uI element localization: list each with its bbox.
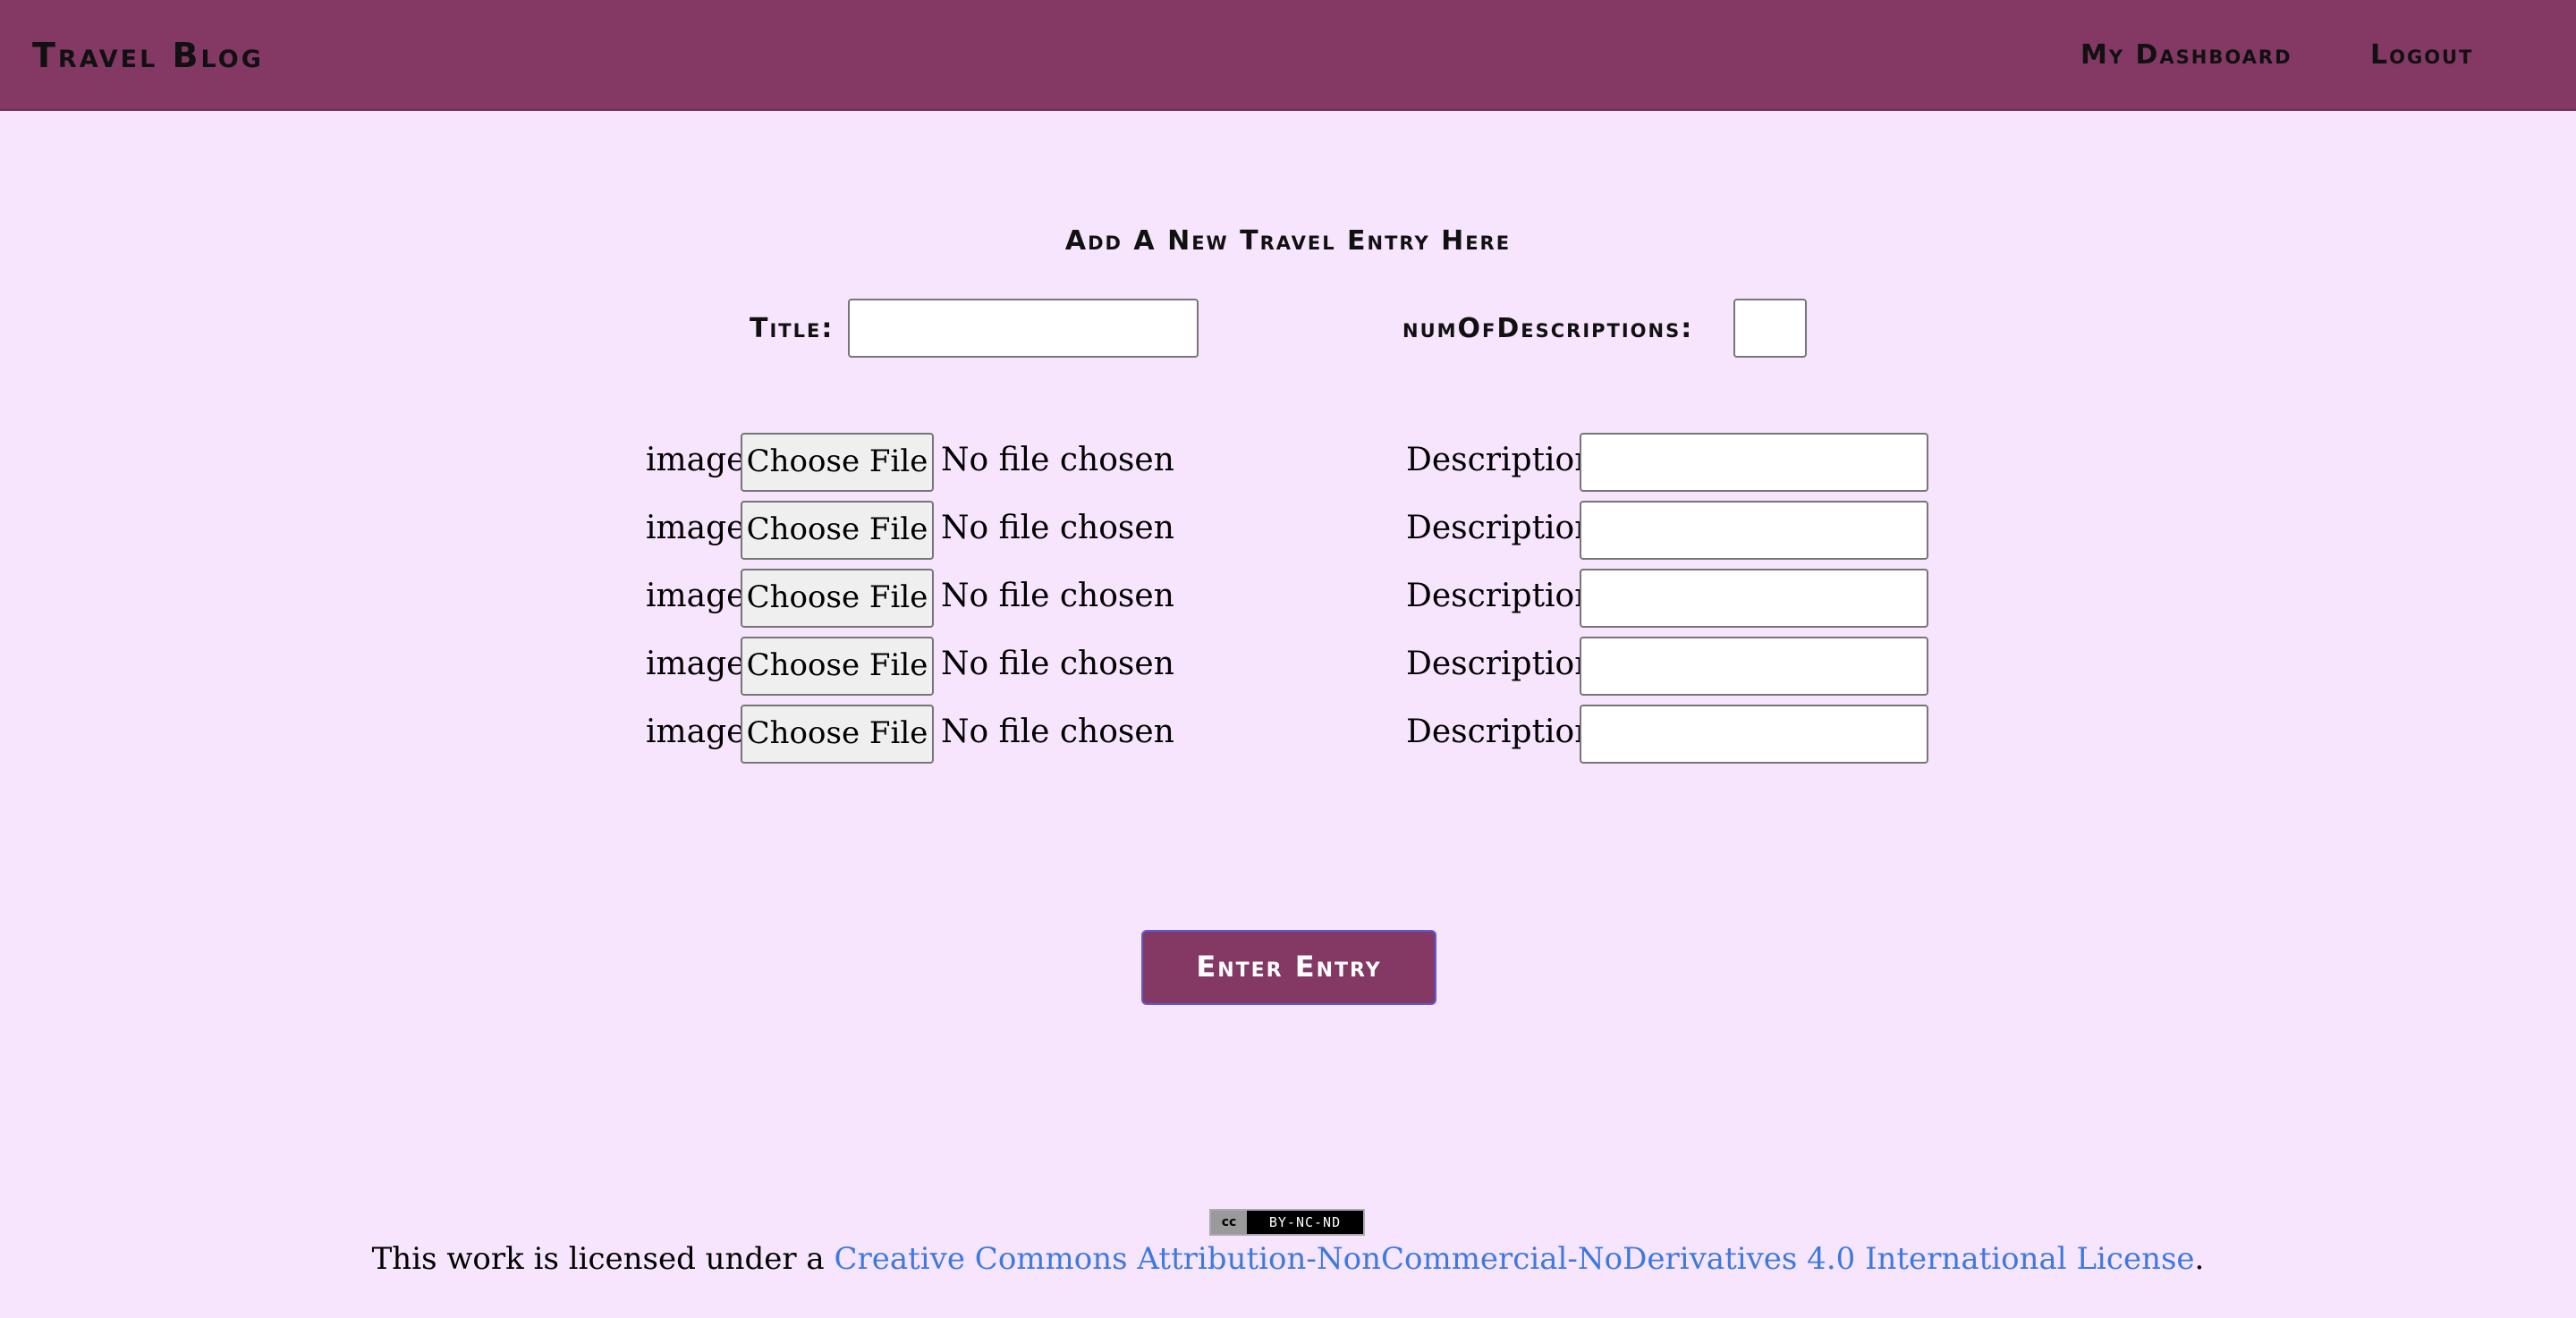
- choose-file-button[interactable]: Choose File: [741, 705, 934, 764]
- top-navbar: Travel Blog My Dashboard Logout: [0, 0, 2576, 111]
- description-label: Description:: [1406, 510, 1606, 546]
- form-heading: Add A New Travel Entry Here: [1064, 225, 1512, 257]
- file-status-text: No file chosen: [941, 510, 1174, 546]
- file-status-text: No file chosen: [941, 442, 1174, 478]
- file-status-text: No file chosen: [941, 714, 1174, 750]
- description-input[interactable]: [1580, 705, 1928, 764]
- description-label: Description:: [1406, 442, 1606, 478]
- cc-icon: cc: [1211, 1211, 1247, 1234]
- choose-file-button[interactable]: Choose File: [741, 637, 934, 696]
- choose-file-button[interactable]: Choose File: [741, 433, 934, 492]
- nav-my-dashboard[interactable]: My Dashboard: [2080, 39, 2292, 71]
- description-input[interactable]: [1580, 501, 1928, 560]
- description-input[interactable]: [1580, 569, 1928, 628]
- cc-license-badge[interactable]: cc BY-NC-ND: [1209, 1209, 1365, 1236]
- file-status-text: No file chosen: [941, 578, 1174, 614]
- description-label: Description:: [1406, 714, 1606, 750]
- num-descriptions-input[interactable]: [1733, 299, 1807, 358]
- nav-logout[interactable]: Logout: [2370, 39, 2473, 71]
- license-prefix: This work is licensed under a: [371, 1241, 835, 1277]
- description-input[interactable]: [1580, 433, 1928, 492]
- title-label: Title:: [750, 313, 835, 344]
- num-descriptions-label: numOfDescriptions:: [1402, 313, 1694, 344]
- title-input[interactable]: [848, 299, 1199, 358]
- choose-file-button[interactable]: Choose File: [741, 501, 934, 560]
- description-label: Description:: [1406, 578, 1606, 614]
- description-label: Description:: [1406, 646, 1606, 682]
- license-suffix: .: [2194, 1241, 2205, 1277]
- license-link[interactable]: Creative Commons Attribution-NonCommerci…: [834, 1241, 2194, 1277]
- enter-entry-button[interactable]: Enter Entry: [1141, 930, 1436, 1005]
- cc-badge-text: BY-NC-ND: [1268, 1214, 1342, 1230]
- choose-file-button[interactable]: Choose File: [741, 569, 934, 628]
- description-input[interactable]: [1580, 637, 1928, 696]
- file-status-text: No file chosen: [941, 646, 1174, 682]
- brand-title[interactable]: Travel Blog: [32, 36, 264, 75]
- license-notice: This work is licensed under a Creative C…: [0, 1241, 2576, 1277]
